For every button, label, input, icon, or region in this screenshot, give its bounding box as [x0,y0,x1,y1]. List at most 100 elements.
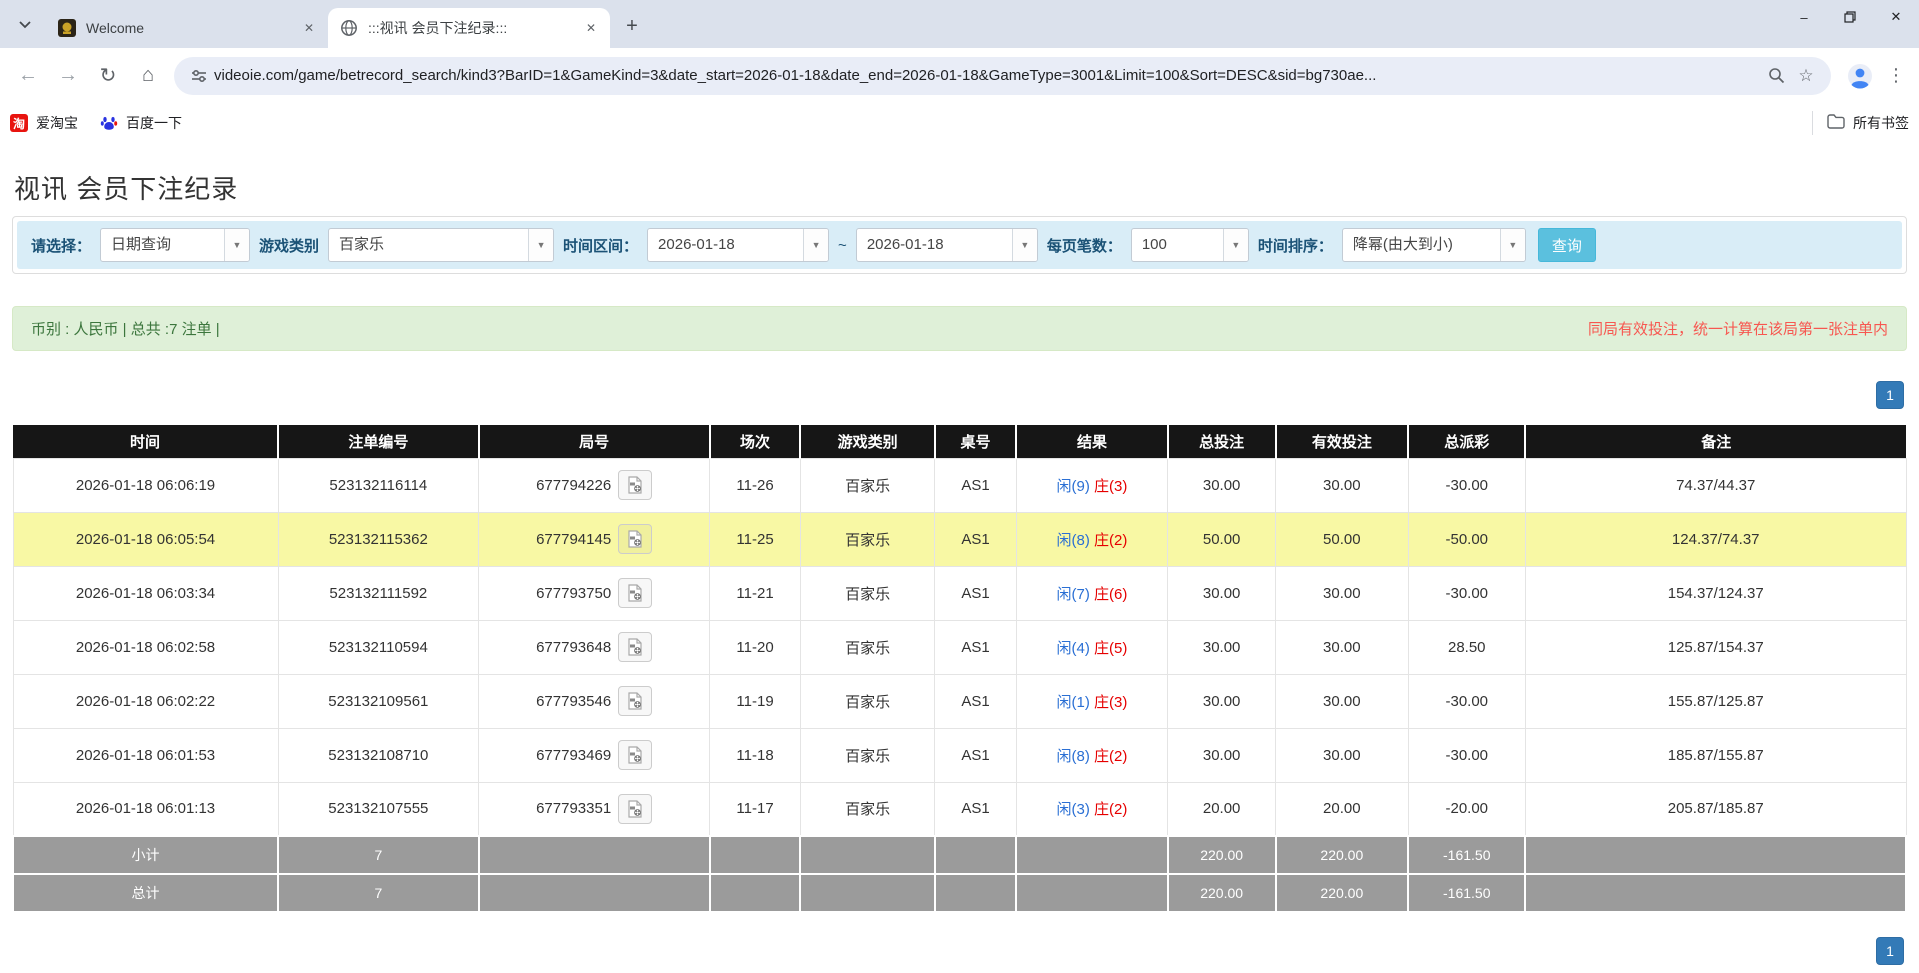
chevron-down-icon[interactable]: ▼ [803,229,828,261]
globe-icon [340,19,358,37]
chevron-down-icon[interactable]: ▼ [224,229,249,261]
round-number: 677793546 [536,693,611,710]
maximize-button[interactable] [1827,0,1873,34]
game-kind: 百家乐 [800,566,934,620]
date-range-label: 时间区间： [563,235,638,256]
forward-button[interactable]: → [50,58,86,94]
total-bet[interactable]: 30.00 [1168,728,1276,782]
bookmark-aitaobao[interactable]: 淘 爱淘宝 [10,113,78,133]
query-type-select[interactable]: 日期查询 ▼ [100,228,250,262]
address-bar[interactable]: videoie.com/game/betrecord_search/kind3?… [174,57,1831,95]
taobao-icon: 淘 [10,114,28,132]
bookmark-baidu[interactable]: 百度一下 [100,113,182,133]
chevron-down-icon[interactable]: ▼ [1223,229,1248,261]
video-replay-button[interactable] [618,632,652,662]
summary-total-bet: 220.00 [1168,874,1276,912]
table-row: 2026-01-18 06:03:34 523132111592 6777937… [13,566,1906,620]
page-1-button[interactable]: 1 [1876,937,1904,965]
date-end-select[interactable]: 2026-01-18 ▼ [856,228,1038,262]
video-replay-button[interactable] [618,578,652,608]
result-banker: 庄(2) [1094,801,1127,818]
bet-number: 523132109561 [278,674,479,728]
round-number-cell: 677793469 [479,728,710,782]
date-start-select[interactable]: 2026-01-18 ▼ [647,228,829,262]
video-replay-button[interactable] [618,740,652,770]
valid-bet-notice: 同局有效投注，统一计算在该局第一张注单内 [1588,318,1888,339]
result-cell: 闲(1) 庄(3) [1016,674,1167,728]
total-bet[interactable]: 30.00 [1168,620,1276,674]
chevron-down-icon[interactable]: ▼ [1500,229,1525,261]
column-header-10: 备注 [1525,425,1906,458]
video-replay-button[interactable] [618,524,652,554]
column-header-8: 有效投注 [1276,425,1409,458]
tab-title: :::视讯 会员下注纪录::: [368,18,582,38]
home-button[interactable]: ⌂ [130,58,166,94]
reload-button[interactable]: ↻ [90,58,126,94]
zoom-button[interactable] [1761,61,1791,91]
bookmarks-bar: 淘 爱淘宝 百度一下 所有书签 [0,103,1919,143]
tab-betrecord[interactable]: :::视讯 会员下注纪录::: ✕ [328,8,610,48]
bookmark-label: 百度一下 [126,113,182,133]
minimize-button[interactable]: – [1781,0,1827,34]
tab-welcome[interactable]: Welcome ✕ [46,8,328,48]
date-end-value: 2026-01-18 [857,229,1012,261]
chevron-down-icon[interactable]: ▼ [528,229,553,261]
table-number: AS1 [935,674,1016,728]
summary-count: 7 [278,836,479,874]
bet-record-table: 时间注单编号局号场次游戏类别桌号结果总投注有效投注总派彩备注 2026-01-1… [12,425,1907,913]
round-number-cell: 677793750 [479,566,710,620]
table-number: AS1 [935,620,1016,674]
time-sort-value: 降幂(由大到小) [1343,229,1500,261]
total-bet[interactable]: 50.00 [1168,512,1276,566]
all-bookmarks-button[interactable]: 所有书签 [1812,111,1909,135]
profile-avatar[interactable] [1843,59,1877,93]
page-title: 视讯 会员下注纪录 [14,169,1907,206]
column-header-3: 场次 [710,425,801,458]
total-bet[interactable]: 30.00 [1168,674,1276,728]
select-type-label: 请选择： [31,235,91,256]
valid-bet: 30.00 [1276,458,1409,512]
bet-number: 523132108710 [278,728,479,782]
total-bet[interactable]: 30.00 [1168,458,1276,512]
remark: 125.87/154.37 [1525,620,1906,674]
video-replay-button[interactable] [618,470,652,500]
bet-table-body: 2026-01-18 06:06:19 523132116114 6777942… [13,458,1906,836]
table-number: AS1 [935,458,1016,512]
chevron-down-icon [19,21,31,29]
tab-close-icon[interactable]: ✕ [582,19,600,37]
chevron-down-icon[interactable]: ▼ [1012,229,1037,261]
round-number: 677793351 [536,800,611,817]
total-payout: -50.00 [1408,512,1525,566]
column-header-5: 桌号 [935,425,1016,458]
per-page-select[interactable]: 100 ▼ [1131,228,1249,262]
total-payout: -30.00 [1408,728,1525,782]
close-window-button[interactable]: ✕ [1873,0,1919,34]
video-replay-button[interactable] [618,794,652,824]
bookmark-label: 爱淘宝 [36,113,78,133]
time-sort-select[interactable]: 降幂(由大到小) ▼ [1342,228,1526,262]
column-header-6: 结果 [1016,425,1167,458]
url-text[interactable]: videoie.com/game/betrecord_search/kind3?… [214,67,1761,84]
game-kind-select[interactable]: 百家乐 ▼ [328,228,554,262]
site-settings-button[interactable] [184,61,214,91]
video-replay-button[interactable] [618,686,652,716]
total-payout: -20.00 [1408,782,1525,836]
total-bet[interactable]: 30.00 [1168,566,1276,620]
page-1-button[interactable]: 1 [1876,381,1904,409]
browser-menu-button[interactable]: ⋮ [1881,61,1911,91]
session-number: 11-17 [710,782,801,836]
total-bet[interactable]: 20.00 [1168,782,1276,836]
back-button[interactable]: ← [10,58,46,94]
new-tab-button[interactable]: + [618,12,646,40]
game-kind: 百家乐 [800,674,934,728]
tab-close-icon[interactable]: ✕ [300,19,318,37]
tab-search-button[interactable] [10,10,40,40]
bookmark-star-button[interactable]: ☆ [1791,61,1821,91]
search-button[interactable]: 查询 [1538,228,1596,262]
table-row: 2026-01-18 06:01:13 523132107555 6777933… [13,782,1906,836]
bet-time: 2026-01-18 06:02:58 [13,620,278,674]
summary-valid-bet: 220.00 [1276,874,1409,912]
bet-number: 523132107555 [278,782,479,836]
remark: 155.87/125.87 [1525,674,1906,728]
result-player: 闲(8) [1057,748,1090,765]
